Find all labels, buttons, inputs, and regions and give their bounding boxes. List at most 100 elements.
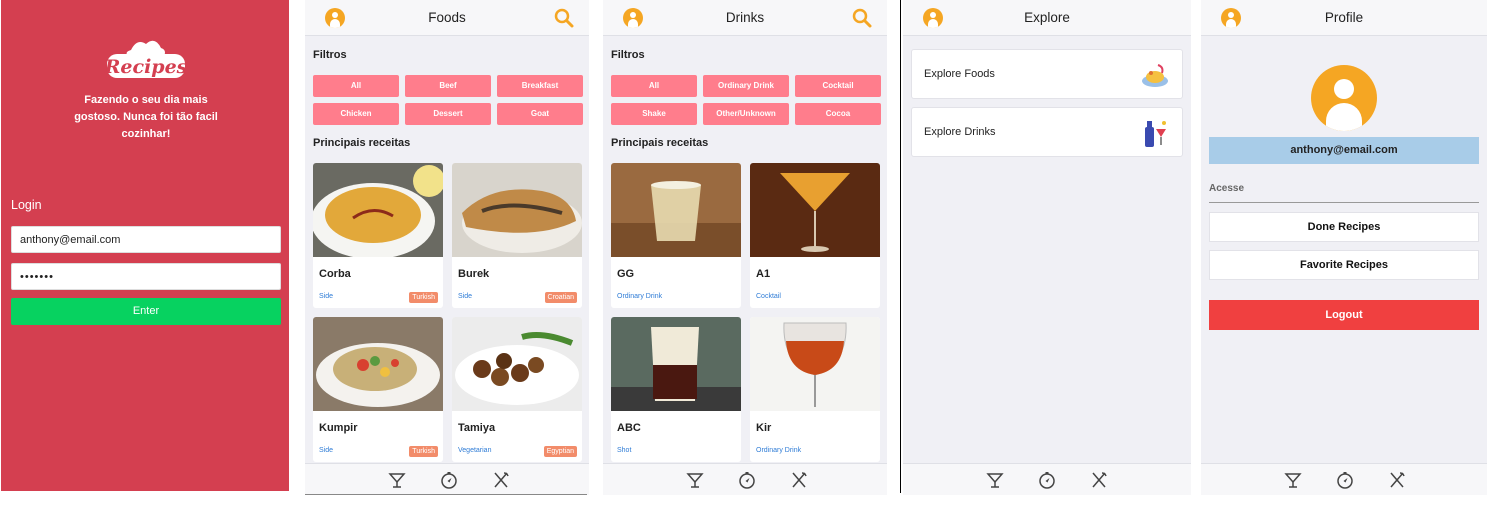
recipe-category: Cocktail bbox=[756, 293, 781, 300]
recipe-card[interactable]: ABC Shot bbox=[611, 317, 741, 462]
user-email: anthony@email.com bbox=[1209, 137, 1479, 164]
search-icon[interactable] bbox=[851, 7, 873, 29]
drink-icon[interactable] bbox=[685, 470, 705, 490]
explore-drinks-label: Explore Drinks bbox=[924, 126, 996, 138]
filter-beef[interactable]: Beef bbox=[405, 75, 491, 97]
recipe-card[interactable]: Burek Side Croatian bbox=[452, 163, 582, 308]
recipe-name: Kir bbox=[756, 422, 772, 434]
drink-icon[interactable] bbox=[1283, 470, 1303, 490]
recipe-image bbox=[750, 163, 880, 257]
screen-divider bbox=[900, 0, 901, 493]
recipe-image bbox=[611, 163, 741, 257]
page-title: Profile bbox=[1324, 10, 1364, 25]
page-title: Explore bbox=[1024, 10, 1070, 25]
recipe-image bbox=[313, 317, 443, 411]
login-screen: Recipes Fazendo o seu dia mais gostoso. … bbox=[1, 0, 289, 491]
recipe-area-badge: Turkish bbox=[409, 446, 438, 457]
access-divider bbox=[1209, 202, 1479, 203]
main-recipes-heading: Principais receitas bbox=[313, 137, 411, 149]
footer-nav bbox=[903, 463, 1191, 495]
footer-nav bbox=[1201, 463, 1487, 495]
explore-compass-icon[interactable] bbox=[737, 470, 757, 490]
foods-bottom-line bbox=[305, 494, 587, 495]
explore-header: Explore bbox=[903, 0, 1191, 36]
recipe-image bbox=[452, 317, 582, 411]
recipe-category: Side bbox=[319, 447, 334, 454]
done-recipes-button[interactable]: Done Recipes bbox=[1209, 212, 1479, 242]
explore-foods-button[interactable]: Explore Foods bbox=[911, 49, 1183, 99]
recipe-name: GG bbox=[617, 268, 635, 280]
recipe-area-badge: Croatian bbox=[544, 292, 577, 303]
login-heading: Login bbox=[11, 198, 42, 212]
email-input[interactable] bbox=[11, 226, 281, 253]
recipe-area-badge: Egyptian bbox=[543, 446, 577, 457]
enter-button[interactable]: Enter bbox=[11, 298, 281, 325]
filter-goat[interactable]: Goat bbox=[497, 103, 583, 125]
recipe-category: Side bbox=[458, 293, 473, 300]
drink-bottles-icon bbox=[1145, 121, 1166, 147]
filters-heading: Filtros bbox=[611, 49, 645, 61]
filter-breakfast[interactable]: Breakfast bbox=[497, 75, 583, 97]
filter-all[interactable]: All bbox=[313, 75, 399, 97]
drink-icon[interactable] bbox=[387, 470, 407, 490]
explore-drinks-button[interactable]: Explore Drinks bbox=[911, 107, 1183, 157]
filter-chicken[interactable]: Chicken bbox=[313, 103, 399, 125]
logout-button[interactable]: Logout bbox=[1209, 300, 1479, 330]
foods-screen: Foods Filtros All Beef Breakfast Chicken… bbox=[305, 0, 589, 495]
explore-compass-icon[interactable] bbox=[1037, 470, 1057, 490]
explore-compass-icon[interactable] bbox=[439, 470, 459, 490]
explore-screen: Explore Explore Foods Explore Drinks bbox=[903, 0, 1191, 495]
recipe-image bbox=[313, 163, 443, 257]
search-icon[interactable] bbox=[553, 7, 575, 29]
drink-icon[interactable] bbox=[985, 470, 1005, 490]
avatar bbox=[1311, 65, 1377, 131]
profile-header: Profile bbox=[1201, 0, 1487, 36]
recipe-name: A1 bbox=[756, 268, 771, 280]
recipe-card[interactable]: A1 Cocktail bbox=[750, 163, 880, 308]
recipe-card[interactable]: Corba Side Turkish bbox=[313, 163, 443, 308]
filters-heading: Filtros bbox=[313, 49, 347, 61]
foods-header: Foods bbox=[305, 0, 589, 36]
filter-cocktail[interactable]: Cocktail bbox=[795, 75, 881, 97]
password-input[interactable] bbox=[11, 263, 281, 290]
filter-all[interactable]: All bbox=[611, 75, 697, 97]
food-utensils-icon[interactable] bbox=[789, 470, 809, 490]
food-utensils-icon[interactable] bbox=[1089, 470, 1109, 490]
filter-shake[interactable]: Shake bbox=[611, 103, 697, 125]
recipe-area-badge: Turkish bbox=[409, 292, 438, 303]
filter-other-unknown[interactable]: Other/Unknown bbox=[703, 103, 789, 125]
filter-cocoa[interactable]: Cocoa bbox=[795, 103, 881, 125]
recipe-name: ABC bbox=[617, 422, 641, 434]
recipe-image bbox=[452, 163, 582, 257]
recipe-name: Kumpir bbox=[319, 422, 358, 434]
recipe-image bbox=[750, 317, 880, 411]
recipe-category: Side bbox=[319, 293, 334, 300]
access-heading: Acesse bbox=[1209, 183, 1245, 194]
recipe-card[interactable]: GG Ordinary Drink bbox=[611, 163, 741, 308]
food-plate-icon bbox=[1142, 64, 1168, 87]
filter-ordinary-drink[interactable]: Ordinary Drink bbox=[703, 75, 789, 97]
recipe-image bbox=[611, 317, 741, 411]
filter-dessert[interactable]: Dessert bbox=[405, 103, 491, 125]
recipe-name: Tamiya bbox=[458, 422, 496, 434]
drinks-header: Drinks bbox=[603, 0, 887, 36]
recipe-card[interactable]: Kir Ordinary Drink bbox=[750, 317, 880, 462]
explore-compass-icon[interactable] bbox=[1335, 470, 1355, 490]
recipe-card[interactable]: Tamiya Vegetarian Egyptian bbox=[452, 317, 582, 462]
recipe-category: Shot bbox=[617, 447, 632, 454]
page-title: Drinks bbox=[725, 10, 765, 25]
explore-foods-label: Explore Foods bbox=[924, 68, 995, 80]
drinks-screen: Drinks Filtros All Ordinary Drink Cockta… bbox=[603, 0, 887, 495]
recipe-name: Corba bbox=[319, 268, 351, 280]
recipe-category: Ordinary Drink bbox=[756, 447, 802, 454]
food-utensils-icon[interactable] bbox=[491, 470, 511, 490]
slogan-text: Fazendo o seu dia mais gostoso. Nunca fo… bbox=[74, 94, 218, 140]
main-recipes-heading: Principais receitas bbox=[611, 137, 709, 149]
footer-nav bbox=[305, 463, 589, 495]
recipe-category: Ordinary Drink bbox=[617, 293, 663, 300]
footer-nav bbox=[603, 463, 887, 495]
food-utensils-icon[interactable] bbox=[1387, 470, 1407, 490]
recipe-name: Burek bbox=[458, 268, 490, 280]
recipe-card[interactable]: Kumpir Side Turkish bbox=[313, 317, 443, 462]
favorite-recipes-button[interactable]: Favorite Recipes bbox=[1209, 250, 1479, 280]
